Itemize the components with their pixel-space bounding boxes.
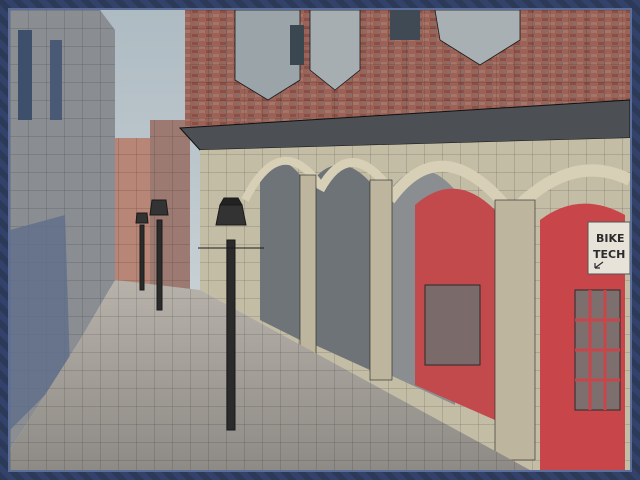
bike-tech-sign: BIKE TECH bbox=[587, 221, 630, 275]
sign-line1: BIKE bbox=[596, 232, 625, 245]
street-scene: BIKE TECH bbox=[10, 10, 630, 470]
distant-buildings bbox=[108, 120, 190, 290]
viewport-frame: BIKE TECH bbox=[0, 0, 640, 480]
sign-line2: TECH bbox=[593, 248, 625, 261]
render-viewport: BIKE TECH bbox=[8, 8, 632, 472]
